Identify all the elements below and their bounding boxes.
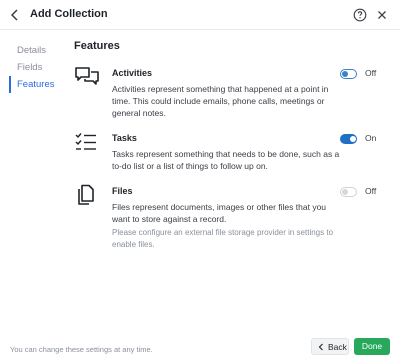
settings-nav: Details Fields Features (9, 42, 65, 93)
chat-bubbles-icon (74, 66, 100, 88)
nav-item-fields[interactable]: Fields (9, 59, 65, 76)
close-icon[interactable] (374, 7, 390, 23)
footer-note: You can change these settings at any tim… (10, 345, 153, 354)
toggle-activities[interactable] (340, 69, 357, 79)
chevron-left-icon (318, 343, 323, 351)
nav-item-features[interactable]: Features (9, 76, 65, 93)
toggle-label-activities: Off (365, 68, 377, 78)
checklist-icon (74, 131, 100, 153)
section-title: Features (74, 40, 120, 52)
back-button[interactable]: Back (311, 338, 349, 355)
feature-name-tasks: Tasks (112, 133, 137, 143)
toggle-label-tasks: On (365, 133, 377, 143)
feature-name-files: Files (112, 186, 133, 196)
files-icon (74, 184, 100, 206)
toggle-tasks[interactable] (340, 134, 357, 144)
dialog-header: Add Collection (0, 0, 400, 30)
done-button[interactable]: Done (354, 338, 390, 355)
feature-description-tasks: Tasks represent something that needs to … (112, 149, 340, 171)
features-panel: Features Activities Activities represent… (74, 40, 390, 249)
toggle-files[interactable] (340, 187, 357, 197)
help-icon[interactable] (352, 7, 368, 23)
back-button-label: Back (328, 342, 347, 352)
feature-description-files: Files represent documents, images or oth… (112, 202, 327, 224)
feature-description-activities: Activities represent something that happ… (112, 84, 329, 118)
dialog-title: Add Collection (30, 8, 108, 20)
feature-name-activities: Activities (112, 68, 153, 78)
nav-item-details[interactable]: Details (9, 42, 65, 59)
back-icon[interactable] (8, 7, 22, 23)
toggle-label-files: Off (365, 186, 377, 196)
feature-note-files: Please configure an external file storag… (112, 228, 334, 249)
